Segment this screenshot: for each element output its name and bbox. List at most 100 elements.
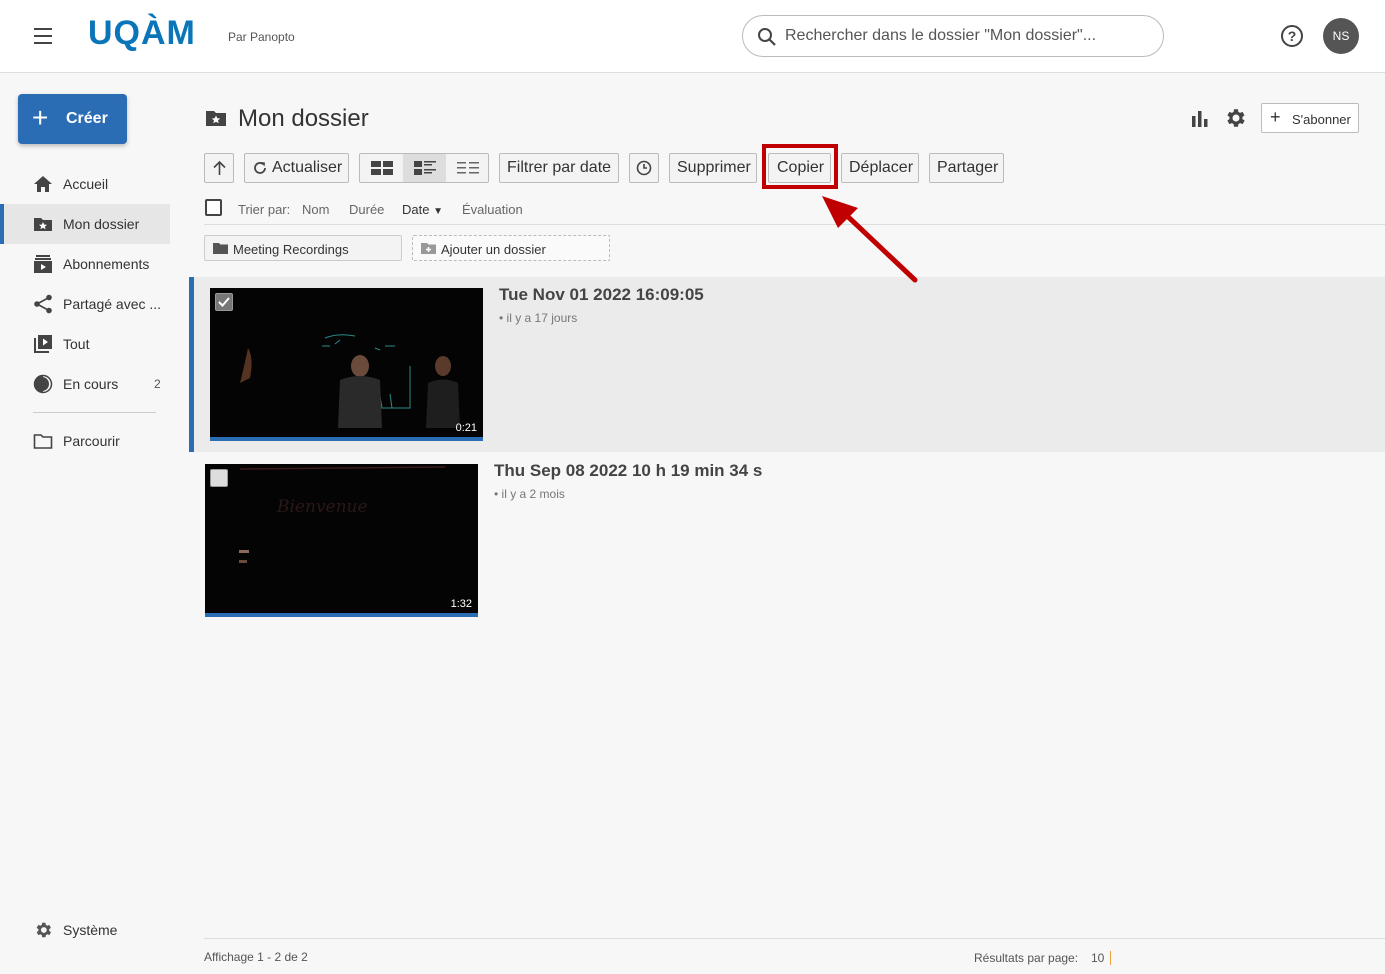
move-button[interactable]: Déplacer (841, 153, 919, 183)
sidebar-item-label: Parcourir (63, 433, 120, 449)
up-folder-button[interactable] (204, 153, 234, 183)
grid-view-icon (371, 161, 393, 175)
play-library-icon (34, 335, 52, 353)
filter-by-date-label: Filtrer par date (507, 159, 612, 176)
thumbnail-progress-bar (205, 613, 478, 617)
menu-icon[interactable] (30, 28, 56, 46)
sidebar-item-label: Système (63, 922, 118, 938)
footer-divider (204, 938, 1385, 939)
results-per-page-select[interactable]: 10 (1091, 951, 1112, 965)
session-duration: 1:32 (450, 598, 472, 610)
sidebar-item-accueil[interactable]: Accueil (0, 164, 170, 204)
copy-highlight-box (762, 144, 838, 189)
subscribe-label: S'abonner (1292, 112, 1351, 127)
in-progress-icon (33, 374, 53, 394)
arrow-up-icon (213, 160, 226, 175)
sidebar-item-mon-dossier[interactable]: Mon dossier (0, 204, 170, 244)
session-checkbox[interactable] (210, 469, 228, 487)
view-detail-button[interactable] (403, 154, 446, 182)
sidebar-item-label: Mon dossier (63, 216, 140, 232)
filter-by-date-button[interactable]: Filtrer par date (499, 153, 619, 183)
checkmark-icon (218, 297, 230, 307)
settings-gear-icon[interactable] (1223, 106, 1247, 130)
session-meta: • il y a 2 mois (494, 487, 565, 501)
delete-label: Supprimer (677, 159, 751, 176)
results-per-page-label: Résultats par page: (974, 951, 1079, 965)
folder-star-icon (206, 111, 226, 126)
session-duration: 0:21 (455, 422, 477, 434)
add-folder-button[interactable]: Ajouter un dossier (412, 235, 610, 261)
page-title: Mon dossier (238, 105, 369, 132)
folder-chip-meeting-recordings[interactable]: Meeting Recordings (204, 235, 402, 261)
add-folder-label: Ajouter un dossier (441, 242, 546, 257)
in-progress-count: 2 (154, 377, 161, 391)
sidebar-divider (33, 412, 156, 413)
sort-divider (204, 224, 1385, 225)
folder-icon (213, 243, 228, 254)
thumbnail-progress-bar (210, 437, 483, 441)
search-placeholder: Rechercher dans le dossier "Mon dossier"… (785, 27, 1097, 44)
move-label: Déplacer (849, 159, 914, 176)
share-label: Partager (937, 159, 999, 176)
session-checkbox[interactable] (215, 293, 233, 311)
select-all-checkbox[interactable] (205, 199, 222, 216)
session-title[interactable]: Tue Nov 01 2022 16:09:05 (499, 285, 704, 305)
folder-outline-icon (33, 434, 53, 449)
view-list-button[interactable] (446, 154, 489, 182)
caret-down-icon: ▼ (433, 206, 443, 217)
sort-option-nom[interactable]: Nom (302, 202, 329, 217)
search-icon (758, 28, 776, 46)
share-icon (34, 294, 52, 314)
detail-view-icon (414, 161, 436, 175)
by-panopto-label: Par Panopto (228, 30, 295, 44)
refresh-button[interactable]: Actualiser (244, 153, 349, 183)
session-meta: • il y a 17 jours (499, 311, 578, 325)
home-icon (34, 176, 52, 192)
session-row[interactable]: 0:21 Tue Nov 01 2022 16:09:05 • il y a 1… (189, 277, 1385, 452)
sort-option-date[interactable]: Date ▼ (402, 202, 443, 217)
session-title[interactable]: Thu Sep 08 2022 10 h 19 min 34 s (494, 461, 762, 481)
stats-icon[interactable] (1191, 109, 1209, 127)
top-header: UQÀM Par Panopto Rechercher dans le doss… (0, 0, 1385, 73)
create-label: Créer (66, 110, 108, 127)
session-thumbnail[interactable]: Bienvenue 1:32 (205, 464, 478, 617)
add-folder-icon (421, 243, 436, 254)
sort-option-date-label: Date (402, 202, 430, 217)
svg-text:Bienvenue: Bienvenue (276, 497, 368, 517)
sidebar-item-tout[interactable]: Tout (0, 324, 170, 364)
sort-option-evaluation[interactable]: Évaluation (462, 202, 523, 217)
subscribe-button[interactable]: + S'abonner (1261, 103, 1359, 133)
view-mode-toggle (359, 153, 489, 183)
refresh-label: Actualiser (272, 159, 343, 176)
session-row[interactable]: Bienvenue 1:32 Thu Sep 08 2022 10 h 19 m… (189, 453, 1385, 628)
refresh-icon (254, 162, 266, 174)
sidebar-item-en-cours[interactable]: En cours 2 (0, 364, 170, 404)
thumbnail-image (210, 288, 483, 437)
sidebar-item-partage[interactable]: Partagé avec ... (0, 284, 170, 324)
plus-icon: + (32, 102, 49, 133)
user-avatar[interactable]: NS (1323, 18, 1359, 54)
sidebar-item-systeme[interactable]: Système (0, 910, 170, 950)
delete-button[interactable]: Supprimer (669, 153, 757, 183)
share-button[interactable]: Partager (929, 153, 1004, 183)
history-button[interactable] (629, 153, 659, 183)
search-input[interactable]: Rechercher dans le dossier "Mon dossier"… (742, 15, 1164, 57)
sidebar-item-abonnements[interactable]: Abonnements (0, 244, 170, 284)
sidebar-item-label: Accueil (63, 176, 109, 192)
create-button[interactable]: + Créer (18, 94, 127, 144)
view-grid-button[interactable] (360, 154, 403, 182)
sort-by-label: Trier par: (238, 202, 291, 217)
folder-chip-label: Meeting Recordings (233, 242, 349, 257)
plus-icon: + (1270, 107, 1281, 127)
uqam-logo[interactable]: UQÀM (88, 14, 196, 53)
sidebar-item-label: Abonnements (63, 256, 150, 272)
sidebar-item-label: Tout (63, 336, 90, 352)
list-view-icon (457, 162, 479, 174)
thumbnail-image: Bienvenue (205, 464, 478, 613)
sidebar-item-label: En cours (63, 376, 119, 392)
sort-option-duree[interactable]: Durée (349, 202, 384, 217)
session-thumbnail[interactable]: 0:21 (210, 288, 483, 441)
help-icon[interactable]: ? (1281, 25, 1303, 47)
clock-icon (636, 160, 652, 176)
sidebar-item-parcourir[interactable]: Parcourir (0, 421, 170, 461)
